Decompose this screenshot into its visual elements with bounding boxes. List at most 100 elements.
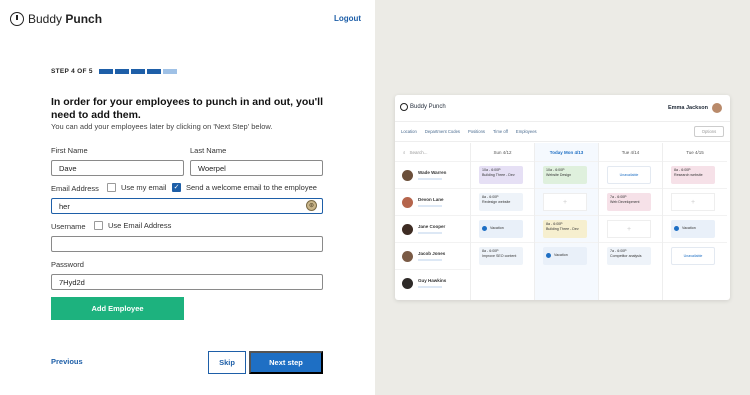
employee-name: Jane Cooper	[418, 224, 446, 229]
avatar	[402, 196, 413, 208]
filter-time-off: Time off	[493, 129, 508, 134]
avatar	[402, 169, 413, 181]
password-input[interactable]	[51, 274, 323, 290]
use-email-address-label: Use Email Address	[108, 221, 172, 230]
welcome-email-checkbox[interactable]: ✓ Send a welcome email to the employee	[172, 183, 317, 192]
preview-logo: Buddy Punch	[400, 103, 446, 111]
preview-search: Search...	[409, 149, 428, 155]
logout-link[interactable]: Logout	[334, 14, 361, 23]
first-name-input[interactable]	[51, 160, 184, 176]
preview-schedule-grid: ⌕ Search... Wade Warren Devon Lane Jane …	[395, 143, 730, 300]
vacation-chip: Vacation	[671, 220, 715, 238]
filter-employees: Employees	[515, 129, 537, 134]
step-label: STEP 4 OF 5	[51, 68, 93, 75]
day-header: Tue 4/15	[686, 149, 704, 155]
username-label: Username	[51, 222, 86, 231]
shift-chip: 8a - 6:00P Redesign website	[479, 193, 523, 211]
employee-name: Guy Hawkins	[418, 278, 447, 283]
brand-name-bold: Punch	[65, 12, 103, 26]
avatar	[402, 223, 413, 235]
checkmark-icon[interactable]: ✓	[172, 183, 181, 192]
step-bar	[146, 69, 161, 74]
use-my-email-label: Use my email	[121, 183, 167, 192]
day-header: Tue 4/14	[621, 149, 640, 155]
step-bar	[130, 69, 145, 74]
shift-chip: 10a - 6:00P Building Three - Dev	[479, 166, 523, 184]
use-email-address-checkbox[interactable]: Use Email Address	[94, 221, 171, 230]
day-header: Sun 4/12	[493, 149, 512, 155]
list-item: Jacob Jones	[395, 242, 470, 269]
preview-brand: Buddy Punch	[410, 104, 446, 110]
plus-icon: +	[671, 193, 715, 211]
filter-positions: Positions	[468, 129, 485, 134]
skip-button[interactable]: Skip	[208, 351, 246, 374]
signup-panel: Buddy Punch Logout STEP 4 OF 5 In order …	[0, 0, 375, 395]
next-step-button[interactable]: Next step	[249, 351, 323, 374]
check-icon	[546, 252, 551, 258]
day-column: Today Mon 4/13 10a - 6:00P Website Design…	[535, 143, 599, 300]
unavailable-chip: Unavailable	[607, 166, 651, 184]
step-bar	[162, 69, 177, 74]
step-indicator: STEP 4 OF 5	[51, 68, 177, 75]
employee-name: Wade Warren	[418, 170, 447, 175]
brand-logo: Buddy Punch	[10, 12, 102, 26]
preview-user: Emma Jackson	[668, 103, 722, 113]
preview-panel: Buddy Punch Emma Jackson Location Depart…	[375, 0, 750, 395]
day-header: Today Mon 4/13	[549, 149, 584, 155]
use-my-email-checkbox[interactable]: Use my email	[107, 183, 166, 192]
last-name-label: Last Name	[190, 146, 227, 155]
unavailable-chip: Unavailable	[671, 247, 715, 265]
avatar	[402, 277, 413, 289]
email-input[interactable]	[51, 198, 323, 214]
list-item: Devon Lane	[395, 188, 470, 215]
step-bar	[98, 69, 113, 74]
shift-chip: 8a - 6:00P Building Three - Dev	[543, 220, 587, 238]
vacation-chip: Vacation	[479, 220, 523, 238]
shift-chip: 7a - 6:00P Web Development	[607, 193, 651, 211]
page-heading: In order for your employees to punch in …	[51, 96, 324, 121]
welcome-email-label: Send a welcome email to the employee	[186, 183, 317, 192]
vacation-chip: Vacation	[543, 247, 587, 265]
shift-chip: 8a - 6:00P Research website	[671, 166, 715, 184]
step-progress	[98, 69, 177, 74]
preview-options: Options	[694, 126, 724, 137]
clock-icon	[10, 12, 24, 26]
schedule-preview-image: Buddy Punch Emma Jackson Location Depart…	[395, 95, 730, 300]
clock-icon	[400, 103, 408, 111]
previous-link[interactable]: Previous	[51, 357, 83, 366]
preview-user-name: Emma Jackson	[667, 105, 708, 111]
shift-chip: 10a - 6:00P Website Design	[543, 166, 587, 184]
check-icon	[482, 225, 487, 231]
password-label: Password	[51, 260, 84, 269]
list-item: Wade Warren	[395, 161, 470, 188]
day-column: Tue 4/14 Unavailable 7a - 6:00P Web Devel…	[599, 143, 663, 300]
filter-department-codes: Department Codes	[424, 129, 460, 134]
shift-chip: 7a - 6:00P Competitor analysis	[607, 247, 651, 265]
checkbox-box[interactable]	[94, 221, 103, 230]
list-item: Guy Hawkins	[395, 269, 470, 296]
avatar	[402, 250, 413, 262]
avatar	[712, 103, 722, 113]
plus-icon: +	[543, 193, 587, 211]
first-name-label: First Name	[51, 146, 88, 155]
shift-chip: 8a - 6:00P Improve SEO content	[479, 247, 523, 265]
day-column: Tue 4/15 8a - 6:00P Research website + Va…	[663, 143, 727, 300]
filter-location: Location	[401, 129, 417, 134]
check-icon	[674, 225, 679, 231]
employee-name: Devon Lane	[418, 197, 444, 202]
preview-filters: Location Department Codes Positions Time…	[395, 122, 730, 142]
username-input[interactable]	[51, 236, 323, 252]
employee-name: Jacob Jones	[418, 251, 446, 256]
plus-icon: +	[607, 220, 651, 238]
email-label: Email Address	[51, 184, 99, 193]
preview-employee-list: ⌕ Search... Wade Warren Devon Lane Jane …	[395, 143, 471, 300]
checkbox-box[interactable]	[107, 183, 116, 192]
list-item: Jane Cooper	[395, 215, 470, 242]
step-bar	[114, 69, 129, 74]
page-subtext: You can add your employees later by clic…	[51, 122, 273, 131]
search-icon: ⌕	[403, 149, 406, 155]
day-column: Sun 4/12 10a - 6:00P Building Three - Dev…	[471, 143, 535, 300]
password-manager-icon[interactable]: ⊛	[306, 200, 317, 211]
add-employee-button[interactable]: Add Employee	[51, 297, 184, 320]
last-name-input[interactable]	[190, 160, 323, 176]
